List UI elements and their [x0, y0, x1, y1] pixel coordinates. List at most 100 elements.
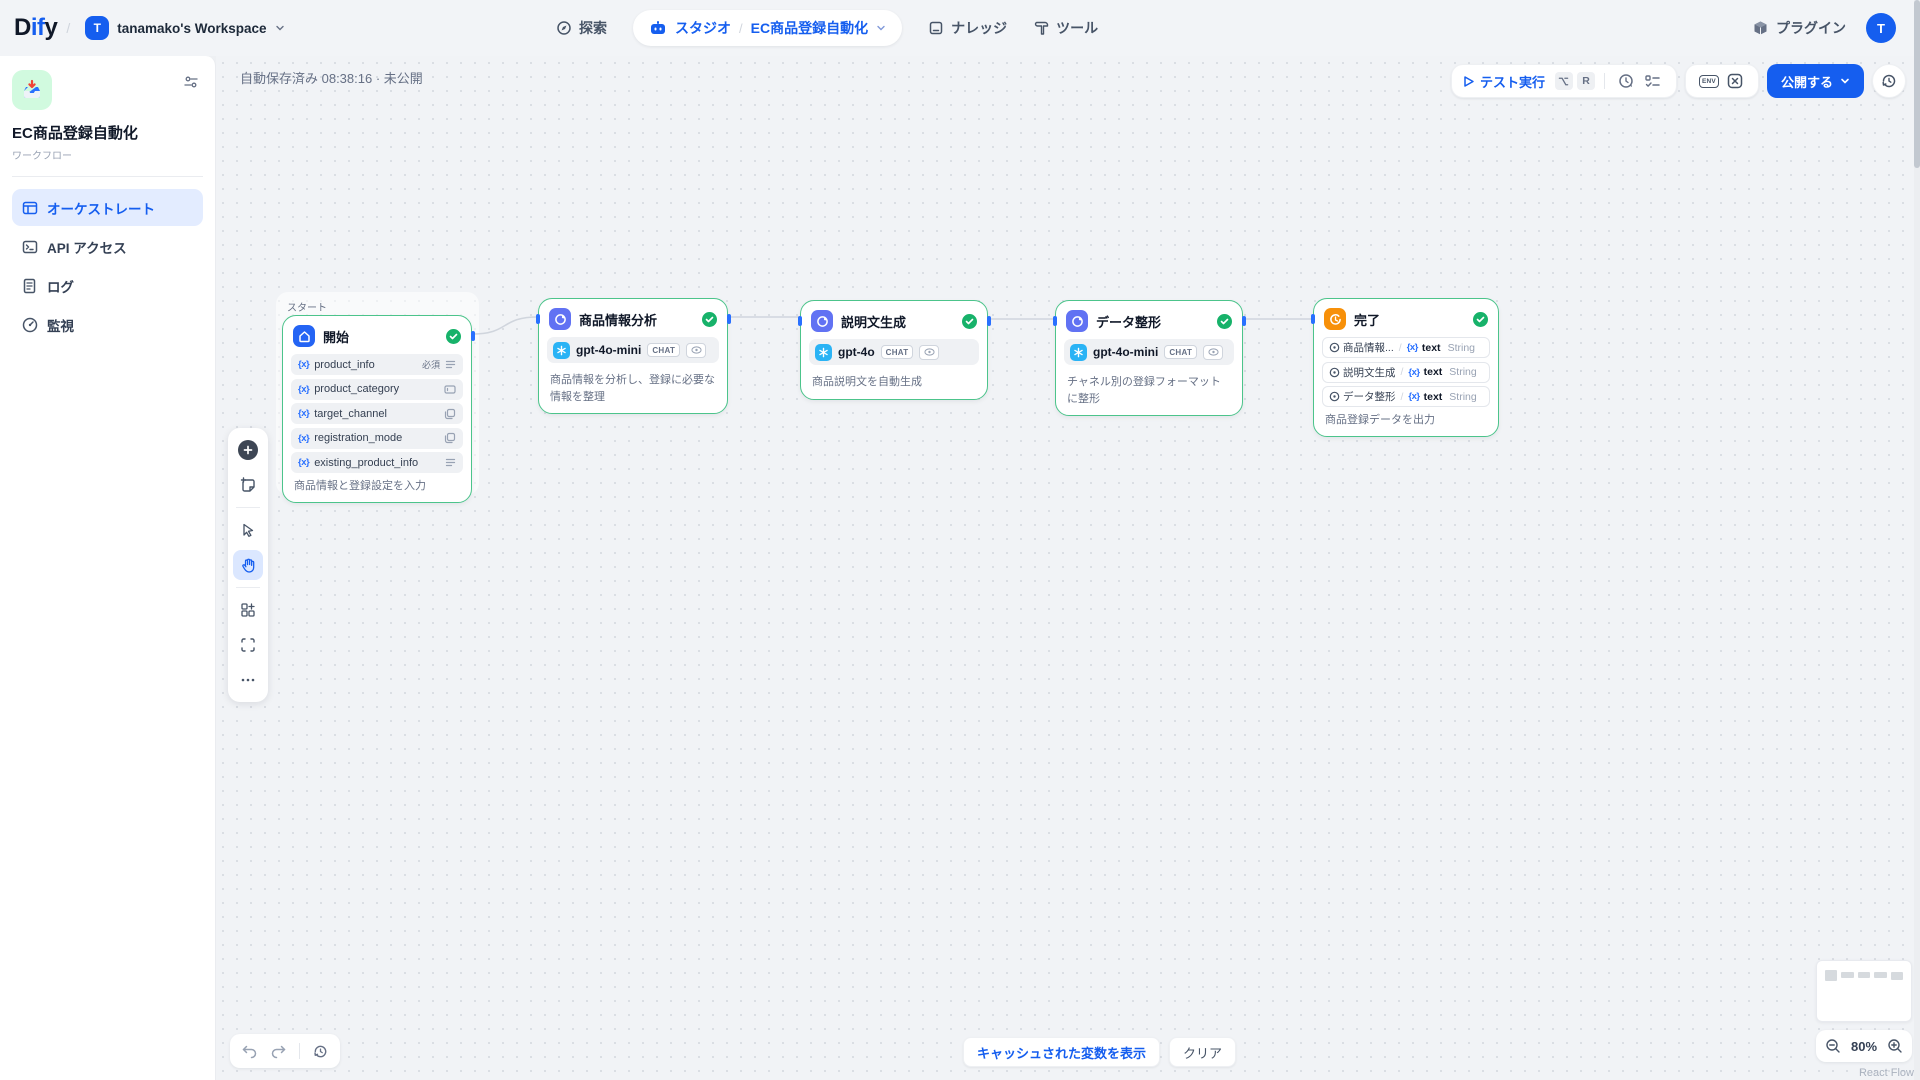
input-handle[interactable]	[536, 314, 540, 324]
variable-row[interactable]: {x} registration_mode	[291, 428, 463, 449]
nav-knowledge[interactable]: ナレッジ	[928, 18, 1007, 38]
more-options-button[interactable]	[233, 665, 263, 695]
node-title: 商品情報分析	[579, 310, 694, 329]
divider	[299, 1043, 300, 1059]
dify-logo[interactable]: Dify	[14, 14, 57, 42]
minimap[interactable]	[1816, 960, 1912, 1022]
env-variables-icon[interactable]: ENV	[1696, 68, 1722, 94]
robot-icon	[649, 20, 667, 36]
output-variable: text	[1424, 391, 1443, 403]
variable-row[interactable]: {x} target_channel	[291, 403, 463, 424]
user-avatar[interactable]: T	[1866, 13, 1896, 43]
cursor-icon	[240, 522, 256, 538]
undo-redo-bar	[230, 1034, 340, 1068]
clear-button[interactable]: クリア	[1169, 1037, 1236, 1067]
test-run-group: テスト実行 R	[1451, 64, 1677, 98]
zoom-level[interactable]: 80%	[1851, 1039, 1877, 1054]
variable-name: product_info	[314, 359, 375, 371]
node-end[interactable]: 完了 商品情報... / {x} text String 説明文生成 / {x}…	[1313, 298, 1499, 437]
model-selector[interactable]: gpt-4o-mini CHAT	[1064, 339, 1234, 365]
node-description: チャネル別の登録フォーマットに整形	[1064, 373, 1234, 407]
show-cached-variables-button[interactable]: キャッシュされた変数を表示	[963, 1037, 1160, 1067]
chevron-down-icon	[275, 23, 285, 33]
hand-mode-button[interactable]	[233, 550, 263, 580]
output-handle[interactable]	[727, 314, 731, 324]
variable-row[interactable]: {x} product_info 必須	[291, 354, 463, 375]
nav-explore[interactable]: 探索	[556, 18, 607, 38]
checklist-icon[interactable]	[1640, 68, 1666, 94]
node-description: 商品登録データを出力	[1322, 411, 1490, 429]
variable-row[interactable]: {x} existing_product_info	[291, 452, 463, 473]
model-name: gpt-4o-mini	[576, 343, 641, 357]
divider	[236, 587, 260, 588]
conversation-variables-icon[interactable]	[1722, 68, 1748, 94]
output-type: String	[1448, 342, 1475, 354]
select-type-icon	[444, 408, 456, 420]
app-type-label: ワークフロー	[12, 147, 203, 162]
output-handle[interactable]	[471, 331, 475, 341]
nav-tools-label: ツール	[1056, 18, 1098, 38]
app-settings-icon[interactable]	[179, 70, 203, 97]
undo-icon[interactable]	[241, 1044, 258, 1059]
node-analyze[interactable]: 商品情報分析 gpt-4o-mini CHAT 商品情報を分析し、登録に必要な情…	[538, 298, 728, 414]
input-handle[interactable]	[1311, 314, 1315, 324]
chevron-down-icon[interactable]	[876, 23, 886, 33]
source-node-icon	[1329, 391, 1340, 402]
output-row[interactable]: 商品情報... / {x} text String	[1322, 337, 1490, 358]
fit-view-button[interactable]	[233, 630, 263, 660]
nav-studio-breadcrumb[interactable]: スタジオ / EC商品登録自動化	[633, 10, 902, 46]
change-history-icon[interactable]	[312, 1043, 329, 1060]
scrollbar-thumb[interactable]	[1914, 0, 1920, 168]
nav-explore-label: 探索	[579, 18, 607, 38]
chat-mode-badge: CHAT	[881, 345, 914, 359]
model-selector[interactable]: gpt-4o CHAT	[809, 339, 979, 365]
sidebar-item-logs[interactable]: ログ	[12, 267, 203, 304]
sidebar-item-orchestrate[interactable]: オーケストレート	[12, 189, 203, 226]
workflow-canvas[interactable]: 自動保存済み 08:38:16 · 未公開 テスト実行 R ENV 公開する	[216, 56, 1920, 1080]
input-handle[interactable]	[1053, 316, 1057, 326]
sidebar-item-api-access[interactable]: API アクセス	[12, 228, 203, 265]
sidebar-item-monitoring[interactable]: 監視	[12, 306, 203, 343]
output-row[interactable]: 説明文生成 / {x} text String	[1322, 362, 1490, 383]
openai-icon	[815, 344, 832, 361]
output-handle[interactable]	[987, 316, 991, 326]
workspace-switcher[interactable]: T tanamako's Workspace	[79, 12, 290, 44]
node-generate[interactable]: 説明文生成 gpt-4o CHAT 商品説明文を自動生成	[800, 300, 988, 400]
output-row[interactable]: データ整形 / {x} text String	[1322, 386, 1490, 407]
vision-icon	[1203, 345, 1223, 360]
pointer-mode-button[interactable]	[233, 515, 263, 545]
play-icon[interactable]	[1462, 75, 1475, 88]
organize-blocks-button[interactable]	[233, 595, 263, 625]
variable-row[interactable]: {x} product_category	[291, 379, 463, 400]
model-selector[interactable]: gpt-4o-mini CHAT	[547, 337, 719, 363]
nav-tools[interactable]: ツール	[1033, 18, 1098, 38]
node-format[interactable]: データ整形 gpt-4o-mini CHAT チャネル別の登録フォーマットに整形	[1055, 300, 1243, 416]
publish-button[interactable]: 公開する	[1767, 64, 1864, 98]
add-node-button[interactable]	[233, 435, 263, 465]
zoom-out-icon[interactable]	[1825, 1038, 1841, 1054]
variables-group: ENV	[1685, 64, 1759, 98]
node-start[interactable]: 開始 {x} product_info 必須 {x} product_categ…	[282, 315, 472, 503]
page-scrollbar[interactable]	[1914, 0, 1920, 1080]
success-check-icon	[1217, 314, 1232, 329]
input-handle[interactable]	[798, 316, 802, 326]
nav-plugins[interactable]: プラグイン	[1752, 18, 1846, 38]
add-note-button[interactable]	[233, 470, 263, 500]
variable-icon: {x}	[298, 384, 309, 395]
workspace-avatar: T	[85, 16, 109, 40]
run-history-icon[interactable]	[1614, 68, 1640, 94]
version-history-button[interactable]	[1872, 64, 1906, 98]
required-badge: 必須	[422, 358, 440, 371]
gauge-icon	[22, 317, 38, 333]
zoom-in-icon[interactable]	[1887, 1038, 1903, 1054]
minimap-node	[1858, 972, 1870, 978]
logo-text-accent: if	[31, 14, 45, 41]
inbox-arrow-icon	[20, 78, 44, 102]
test-run-button[interactable]: テスト実行	[1480, 72, 1545, 91]
log-file-icon	[22, 278, 38, 294]
app-icon	[12, 70, 52, 110]
redo-icon[interactable]	[270, 1044, 287, 1059]
node-description: 商品情報と登録設定を入力	[291, 477, 463, 495]
logo-text: y	[45, 14, 58, 41]
output-handle[interactable]	[1242, 316, 1246, 326]
